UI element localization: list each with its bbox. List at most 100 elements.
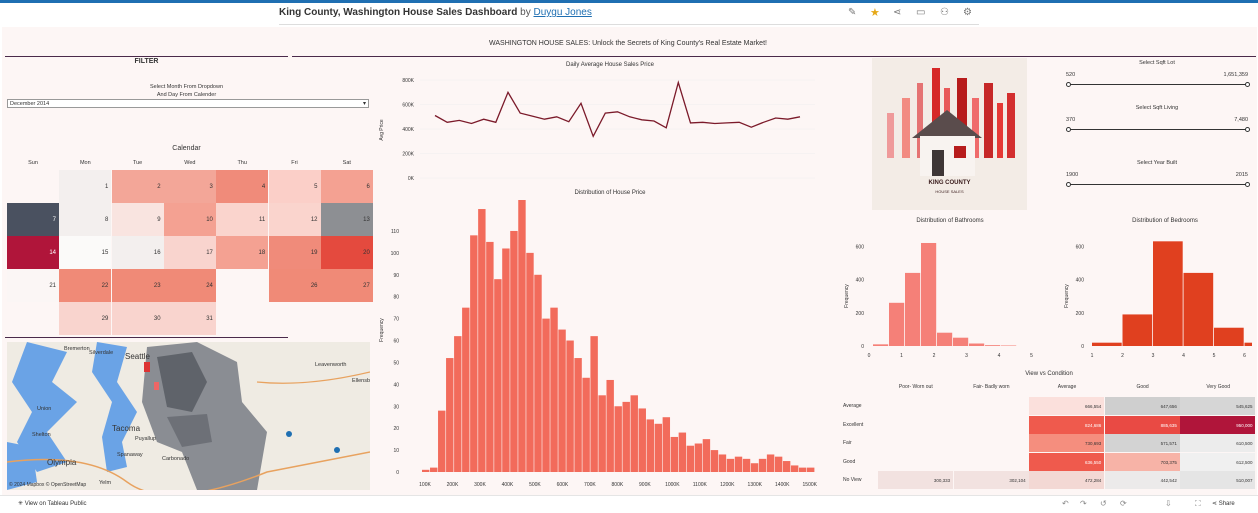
histogram-bar[interactable] (646, 419, 654, 472)
calendar-day[interactable]: 12 (268, 203, 321, 236)
calendar-day[interactable]: 23 (111, 269, 164, 302)
king-county-map[interactable]: Bremerton Silverdale Seattle Leavenworth Uni… (7, 342, 370, 490)
heatmap-cell[interactable]: 950,000 (1180, 415, 1256, 434)
heatmap-cell[interactable] (878, 416, 953, 434)
bed-bar[interactable] (1214, 327, 1244, 346)
heatmap-cell[interactable] (878, 397, 953, 415)
histogram-bar[interactable] (446, 358, 454, 472)
heatmap-cell[interactable]: 824,686 (1029, 415, 1105, 434)
calendar-day[interactable]: 1 (59, 170, 112, 203)
view-on-tableau-link[interactable]: ✳ View on Tableau Public (18, 500, 87, 507)
calendar-day[interactable]: 4 (216, 170, 269, 203)
heatmap-cell[interactable] (954, 416, 1029, 434)
histogram-bar[interactable] (606, 379, 614, 472)
range-slider[interactable] (1066, 82, 1250, 87)
bath-bar[interactable] (953, 337, 969, 346)
comment-icon[interactable]: ▭ (916, 7, 925, 18)
histogram-bar[interactable] (806, 467, 815, 472)
author-link[interactable]: Duygu Jones (533, 7, 591, 18)
heatmap-cell[interactable]: 545,625 (1180, 397, 1256, 415)
histogram-bar[interactable] (638, 408, 646, 472)
bed-bar[interactable] (1092, 342, 1122, 346)
calendar-day[interactable]: 30 (111, 302, 164, 335)
share-icon[interactable]: ⋖ (893, 7, 901, 18)
histogram-bar[interactable] (550, 307, 558, 472)
histogram-bar[interactable] (510, 230, 518, 472)
histogram-bar[interactable] (766, 454, 775, 472)
heatmap-cell[interactable]: 610,500 (1180, 434, 1256, 452)
redo-icon[interactable]: ↷ (1080, 499, 1087, 508)
histogram-bar[interactable] (662, 417, 671, 472)
undo-icon[interactable]: ↶ (1062, 499, 1069, 508)
share-button[interactable]: ⋖ Share (1212, 500, 1235, 507)
heatmap-cell[interactable]: 300,333 (878, 471, 954, 489)
histogram-bar[interactable] (470, 235, 478, 472)
bath-bar[interactable] (921, 242, 937, 346)
heatmap-cell[interactable] (878, 453, 953, 471)
calendar-day[interactable]: 5 (268, 170, 321, 203)
histogram-bar[interactable] (566, 340, 574, 472)
histogram-bar[interactable] (718, 454, 727, 472)
histogram-bar[interactable] (462, 307, 470, 472)
bath-bar[interactable] (889, 302, 905, 346)
histogram-bar[interactable] (542, 318, 550, 472)
bath-bar[interactable] (905, 272, 921, 346)
slider-handle-max[interactable] (1245, 182, 1250, 187)
histogram-bar[interactable] (726, 458, 735, 472)
calendar-day[interactable]: 7 (7, 203, 59, 236)
bed-bar[interactable] (1122, 314, 1153, 346)
calendar-day[interactable]: 22 (59, 269, 112, 302)
histogram-bar[interactable] (478, 209, 486, 473)
calendar-day[interactable]: 24 (163, 269, 216, 302)
histogram-bar[interactable] (582, 377, 590, 472)
histogram-bar[interactable] (670, 436, 679, 472)
histogram-bar[interactable] (526, 252, 534, 472)
favorite-star-icon[interactable]: ★ (870, 6, 880, 19)
histogram-bar[interactable] (438, 410, 446, 472)
histogram-bar[interactable] (750, 463, 759, 472)
download-icon[interactable]: ⇩ (1165, 499, 1172, 508)
heatmap-cell[interactable]: 636,550 (1029, 452, 1105, 471)
histogram-bar[interactable] (494, 279, 502, 472)
histogram-bar[interactable] (558, 329, 566, 472)
heatmap-cell[interactable] (954, 434, 1029, 452)
calendar-day[interactable]: 20 (320, 236, 373, 269)
histogram-bar[interactable] (686, 445, 695, 472)
calendar-day[interactable]: 16 (111, 236, 164, 269)
histogram-bar[interactable] (422, 469, 430, 472)
calendar-day[interactable]: 18 (216, 236, 269, 269)
calendar-day[interactable]: 13 (320, 203, 373, 236)
bed-bar[interactable] (1153, 241, 1183, 346)
settings-gear-icon[interactable]: ⚙ (963, 7, 972, 18)
calendar-day[interactable]: 3 (163, 170, 216, 203)
calendar-day[interactable]: 27 (320, 269, 373, 302)
histogram-bar[interactable] (590, 336, 598, 472)
bed-bar[interactable] (1183, 272, 1214, 346)
calendar-day[interactable]: 29 (59, 302, 112, 335)
revert-icon[interactable]: ↺ (1100, 499, 1107, 508)
bath-bar[interactable] (937, 332, 953, 346)
histogram-bar[interactable] (734, 456, 743, 472)
heatmap-cell[interactable] (954, 453, 1029, 471)
histogram-bar[interactable] (798, 467, 807, 472)
calendar-day[interactable]: 9 (111, 203, 164, 236)
bath-bar[interactable] (985, 345, 1001, 346)
heatmap-cell[interactable]: 885,635 (1104, 415, 1180, 434)
histogram-bar[interactable] (790, 465, 799, 472)
bath-bar[interactable] (873, 344, 889, 346)
heatmap-cell[interactable]: 510,007 (1180, 471, 1256, 489)
histogram-bar[interactable] (454, 336, 462, 472)
calendar-day[interactable]: 31 (163, 302, 216, 335)
histogram-bar[interactable] (758, 458, 767, 472)
calendar-day[interactable]: 17 (163, 236, 216, 269)
heatmap-cell[interactable]: 302,104 (953, 471, 1029, 489)
histogram-bar[interactable] (630, 395, 638, 472)
slider-handle-min[interactable] (1066, 182, 1071, 187)
range-slider[interactable] (1066, 182, 1250, 187)
histogram-bar[interactable] (574, 358, 582, 472)
calendar-day[interactable]: 19 (268, 236, 321, 269)
histogram-bar[interactable] (782, 461, 791, 472)
heatmap-cell[interactable]: 666,554 (1029, 397, 1105, 415)
month-dropdown[interactable]: December 2014 ▾ (7, 99, 369, 108)
range-slider[interactable] (1066, 127, 1250, 132)
